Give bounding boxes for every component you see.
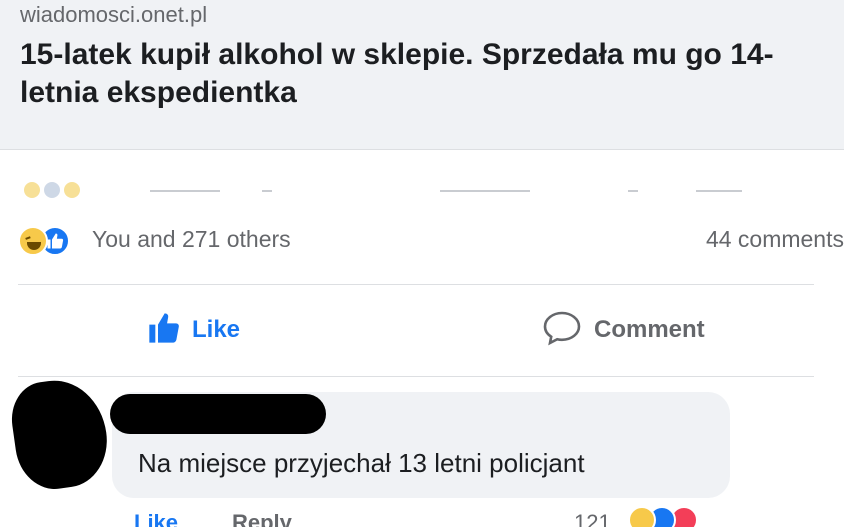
- comment-like-link[interactable]: Like: [134, 510, 178, 527]
- comment-bubble-icon: [542, 310, 582, 351]
- link-title[interactable]: 15-latek kupił alkohol w sklepie. Sprzed…: [20, 36, 820, 112]
- reaction-icons[interactable]: [18, 224, 90, 258]
- thumbs-up-icon: [148, 312, 180, 349]
- reactions-row: You and 271 others 44 comments: [18, 224, 844, 258]
- divider: [18, 376, 814, 377]
- divider: [18, 284, 814, 285]
- faded-reaction-icons: [24, 182, 80, 198]
- comment-button-label: Comment: [594, 316, 705, 343]
- faded-text: [440, 190, 530, 192]
- comment-reaction-icons[interactable]: [628, 506, 738, 527]
- faded-wow-icon: [64, 182, 80, 198]
- link-preview-card[interactable]: wiadomosci.onet.pl 15-latek kupił alkoho…: [0, 0, 844, 150]
- clipped-reaction-strip: [0, 178, 844, 198]
- faded-text: [262, 190, 272, 192]
- faded-text: [696, 190, 742, 192]
- like-button-label: Like: [192, 316, 241, 343]
- comments-count[interactable]: 44 comments: [706, 226, 844, 253]
- comment-author-name-redacted[interactable]: [110, 394, 326, 434]
- faded-text: [150, 190, 220, 192]
- comment-text: Na miejsce przyjechał 13 letni policjant: [138, 448, 585, 478]
- faded-haha-icon: [24, 182, 40, 198]
- like-button[interactable]: Like: [148, 310, 240, 350]
- link-domain: wiadomosci.onet.pl: [20, 2, 208, 27]
- avatar[interactable]: [6, 374, 114, 494]
- faded-like-icon: [44, 182, 60, 198]
- comment-reply-link[interactable]: Reply: [232, 510, 292, 527]
- comment-button[interactable]: Comment: [542, 310, 705, 350]
- haha-icon: [18, 226, 48, 256]
- comment-actions: Like Reply 121: [134, 506, 754, 527]
- comment-reaction-count[interactable]: 121: [574, 510, 611, 527]
- haha-icon: [628, 506, 656, 527]
- faded-text: [628, 190, 638, 192]
- reactions-summary[interactable]: You and 271 others: [92, 226, 291, 253]
